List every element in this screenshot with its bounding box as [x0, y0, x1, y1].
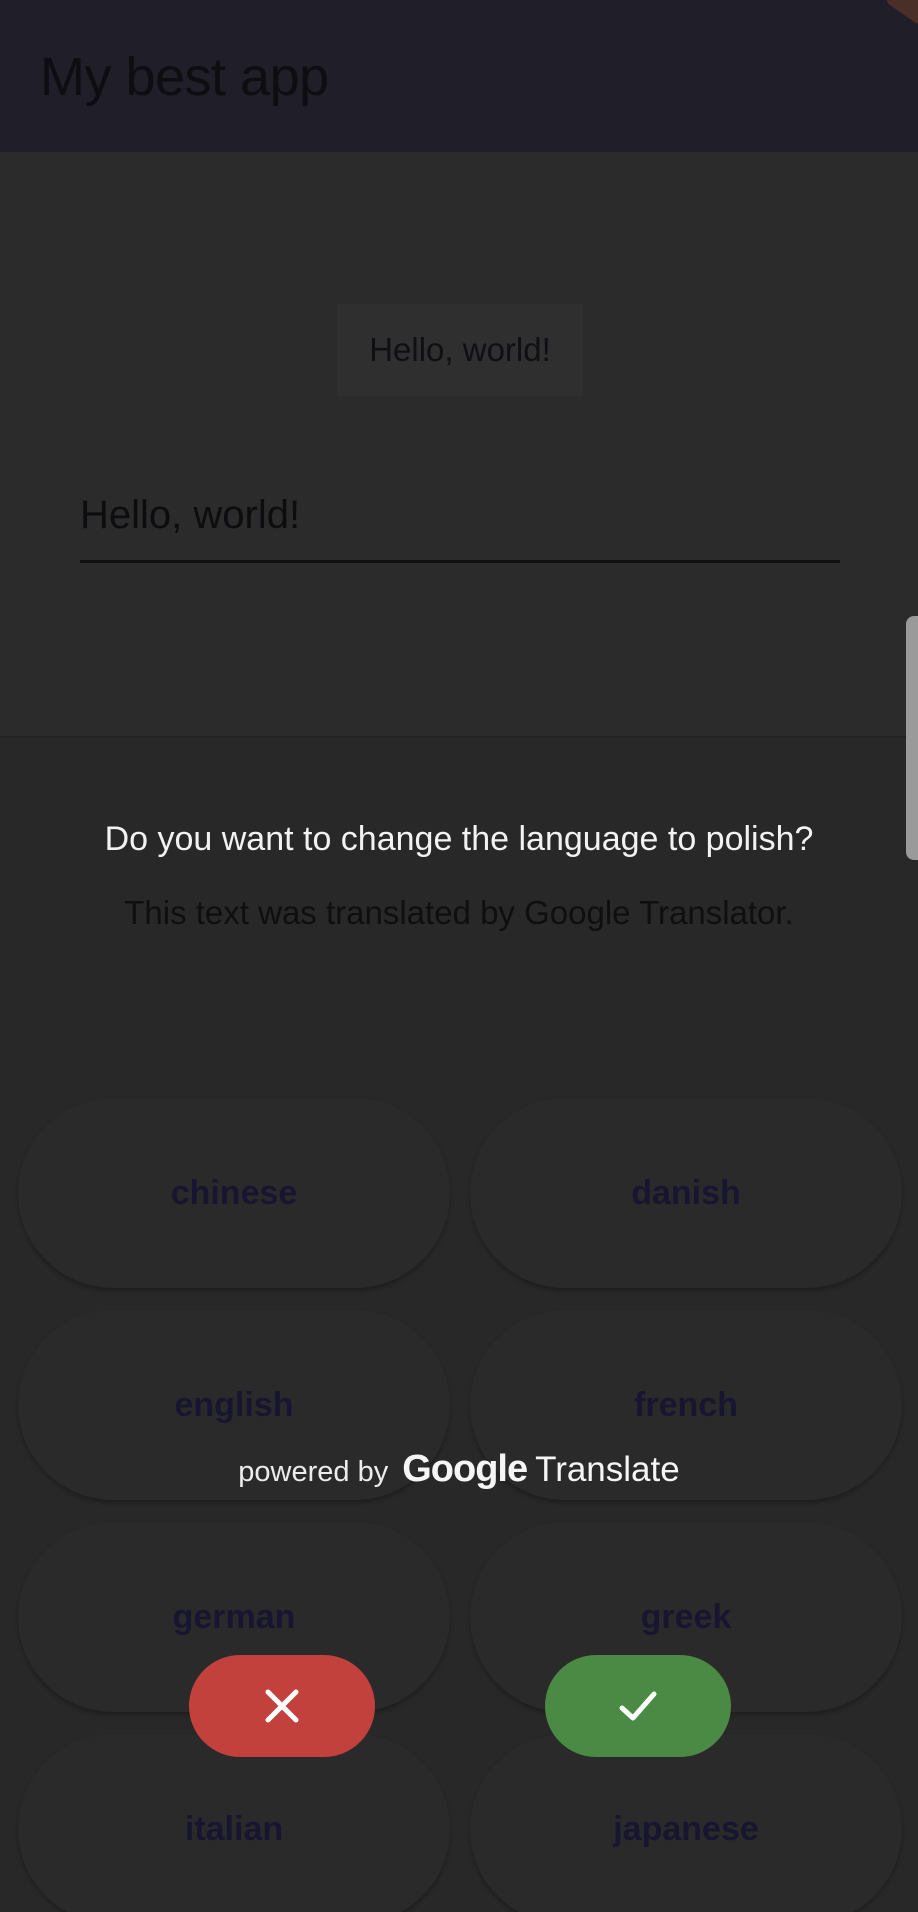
- corner-decoration: [885, 0, 918, 25]
- language-button-japanese[interactable]: japanese: [470, 1734, 902, 1912]
- scrollbar[interactable]: [906, 616, 918, 860]
- language-change-sheet: Do you want to change the language to po…: [0, 736, 918, 1912]
- google-logo: Google: [402, 1448, 528, 1490]
- confirm-button[interactable]: [545, 1655, 731, 1757]
- app-screen: My best app Hello, world! Do you want to…: [0, 0, 918, 1912]
- language-button-danish[interactable]: danish: [470, 1098, 902, 1288]
- powered-by-label: powered by: [238, 1456, 389, 1488]
- cancel-button[interactable]: [189, 1655, 375, 1757]
- main-content: Hello, world!: [0, 152, 918, 736]
- hello-text-chip[interactable]: Hello, world!: [337, 304, 583, 396]
- app-title: My best app: [40, 47, 329, 107]
- translation-note: This text was translated by Google Trans…: [124, 894, 794, 931]
- check-icon: [619, 1691, 657, 1721]
- translate-label: Translate: [535, 1450, 680, 1489]
- text-input-field[interactable]: [80, 470, 840, 563]
- close-icon: [265, 1689, 299, 1723]
- dialog-question: Do you want to change the language to po…: [104, 820, 814, 858]
- language-button-italian[interactable]: italian: [18, 1734, 450, 1912]
- language-button-chinese[interactable]: chinese: [18, 1098, 450, 1288]
- app-bar: My best app: [0, 0, 918, 152]
- powered-by-google-translate: powered by Google Translate: [0, 1448, 918, 1491]
